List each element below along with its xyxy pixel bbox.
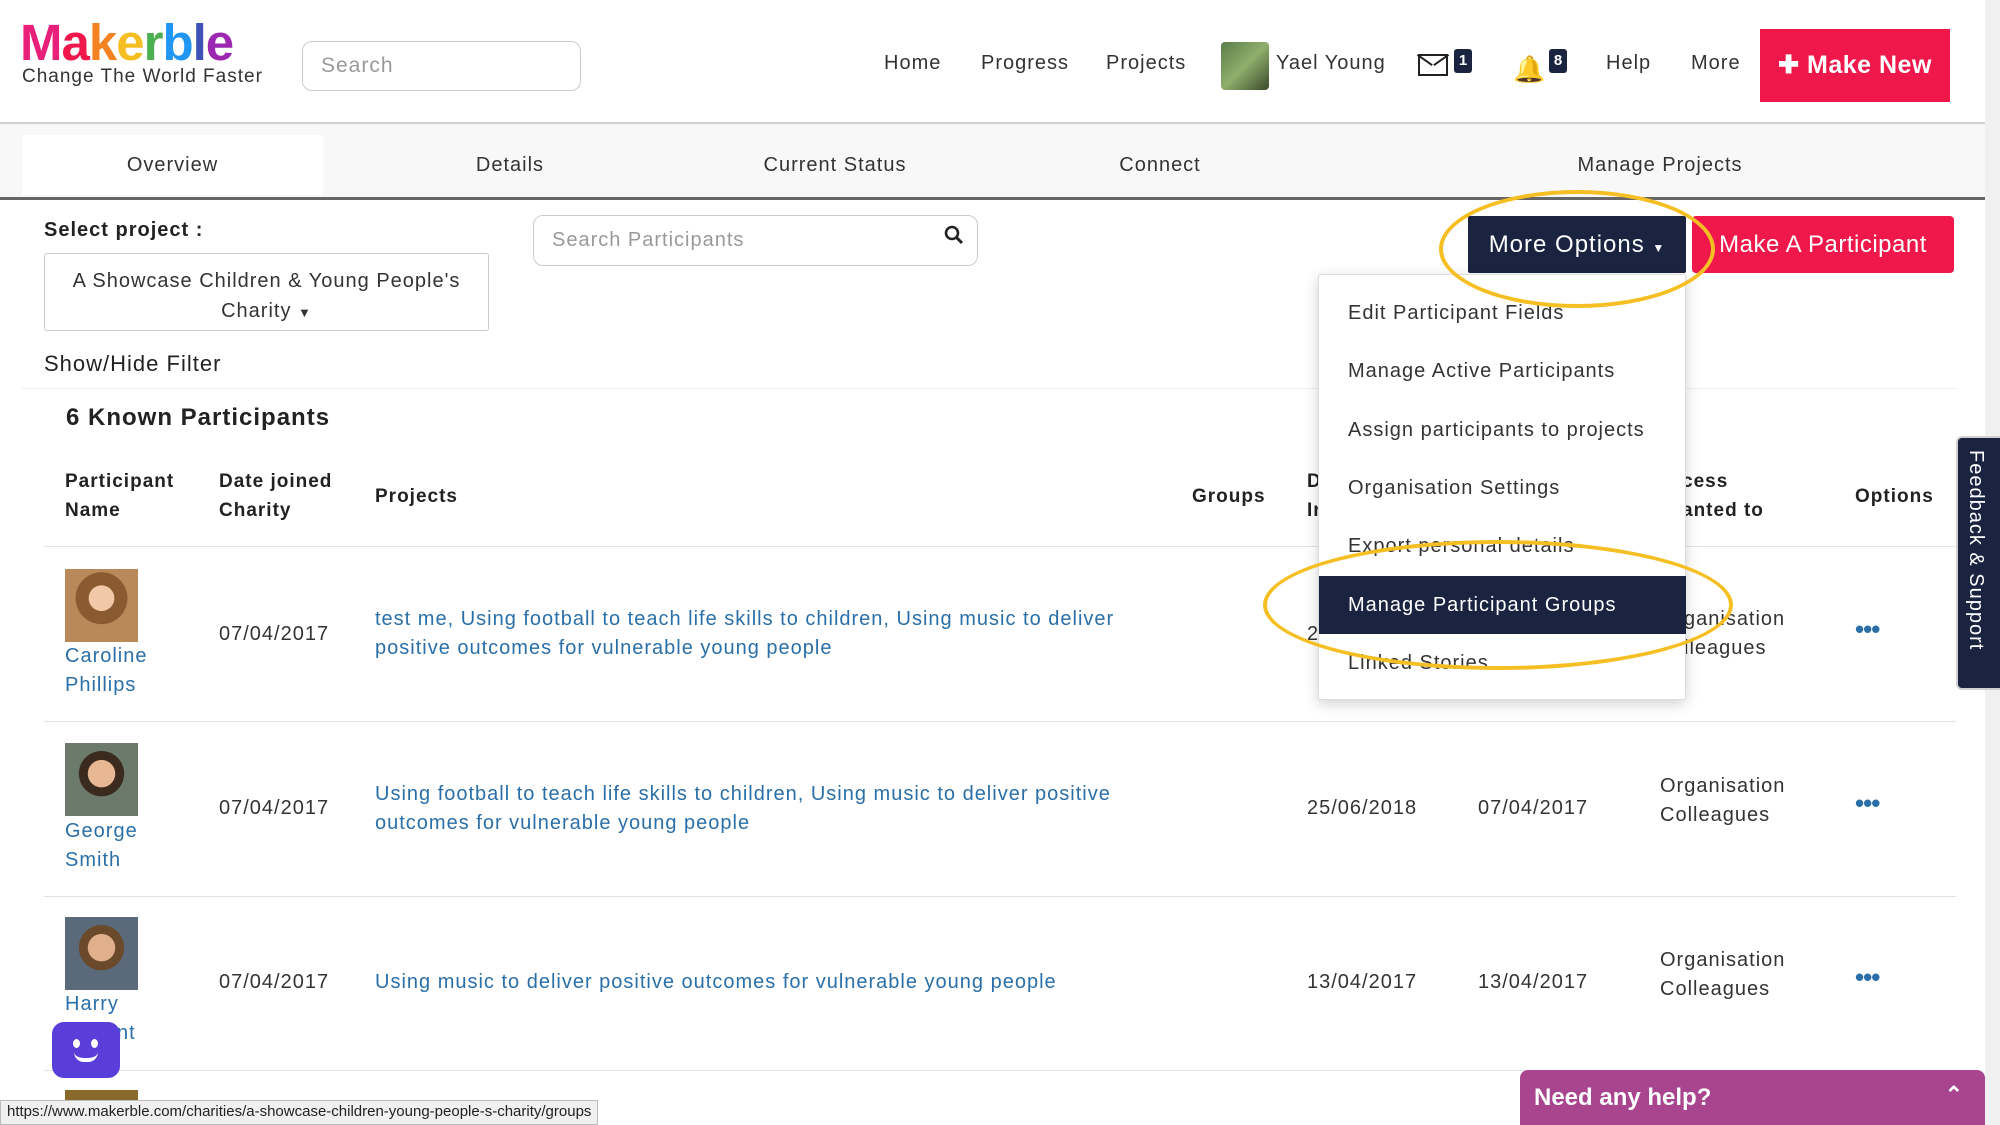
- tab-connect[interactable]: Connect: [1030, 135, 1290, 195]
- projects-links-cell[interactable]: Using music to deliver positive outcomes…: [375, 968, 1057, 997]
- date-joined-cell: 07/04/2017: [219, 971, 330, 993]
- need-help-bar[interactable]: Need any help? ⌃: [1520, 1070, 1985, 1125]
- header-access-granted[interactable]: cess anted to: [1682, 467, 1764, 525]
- row-options-icon[interactable]: •••: [1855, 962, 1880, 993]
- make-participant-button[interactable]: Make A Participant: [1692, 216, 1954, 273]
- menu-organisation-settings[interactable]: Organisation Settings: [1319, 459, 1685, 517]
- date-joined-cell: 07/04/2017: [219, 797, 330, 819]
- header-date-joined[interactable]: Date joined Charity: [219, 467, 332, 525]
- row-options-icon[interactable]: •••: [1855, 788, 1880, 819]
- tab-details[interactable]: Details: [380, 135, 640, 195]
- date-cell: 07/04/2017: [1478, 797, 1589, 819]
- select-project-label: Select project :: [44, 219, 204, 241]
- header-projects[interactable]: Projects: [375, 482, 458, 511]
- nav-progress[interactable]: Progress: [981, 52, 1069, 75]
- date-joined-cell: 07/04/2017: [219, 623, 330, 645]
- show-hide-filter-link[interactable]: Show/Hide Filter: [44, 351, 221, 377]
- row-options-icon[interactable]: •••: [1855, 614, 1880, 645]
- access-cell: Organisation Colleagues: [1660, 949, 1786, 1000]
- participant-name-link[interactable]: George Smith: [65, 817, 138, 875]
- nav-home[interactable]: Home: [884, 52, 941, 75]
- tab-overview[interactable]: Overview: [22, 135, 323, 195]
- row-divider: [44, 721, 1956, 722]
- highlight-circle-more-options: [1439, 190, 1715, 308]
- feedback-support-tab[interactable]: Feedback & Support: [1956, 436, 2000, 690]
- date-cell: 13/04/2017: [1478, 971, 1589, 993]
- tagline: Change The World Faster: [22, 66, 263, 87]
- user-name-link[interactable]: Yael Young: [1276, 52, 1386, 75]
- nav-more[interactable]: More: [1691, 52, 1741, 75]
- plus-icon: ✚: [1778, 51, 1807, 79]
- highlight-circle-manage-groups: [1263, 540, 1733, 670]
- menu-assign-participants[interactable]: Assign participants to projects: [1319, 401, 1685, 459]
- header-options: Options: [1855, 486, 1934, 507]
- nav-projects[interactable]: Projects: [1106, 52, 1186, 75]
- chat-bot-icon[interactable]: [52, 1022, 120, 1078]
- status-bar-url: https://www.makerble.com/charities/a-sho…: [0, 1100, 599, 1125]
- participants-count-heading: 6 Known Participants: [66, 404, 331, 431]
- search-icon[interactable]: [944, 225, 964, 245]
- caret-down-icon: ▼: [298, 305, 312, 320]
- participant-name-link[interactable]: Caroline Phillips: [65, 642, 147, 700]
- projects-links-cell[interactable]: test me, Using football to teach life sk…: [375, 605, 1114, 663]
- user-avatar[interactable]: [1221, 42, 1269, 90]
- search-participants-input[interactable]: Search Participants: [533, 215, 978, 266]
- header-groups[interactable]: Groups: [1192, 482, 1266, 511]
- access-cell: Organisation Colleagues: [1660, 775, 1786, 826]
- chevron-up-icon: ⌃: [1944, 1082, 1963, 1107]
- date-cell: 13/04/2017: [1307, 971, 1418, 993]
- global-search-input[interactable]: Search: [302, 41, 581, 91]
- row-divider: [44, 896, 1956, 897]
- nav-help[interactable]: Help: [1606, 52, 1651, 75]
- tab-current-status[interactable]: Current Status: [690, 135, 980, 195]
- bell-icon[interactable]: 🔔: [1513, 54, 1546, 85]
- participant-photo[interactable]: [65, 743, 138, 816]
- makerble-logo[interactable]: Makerble: [20, 16, 234, 70]
- date-cell: 25/06/2018: [1307, 797, 1418, 819]
- header-participant-name[interactable]: Participant Name: [65, 467, 174, 525]
- mail-count-badge: 1: [1454, 49, 1472, 73]
- project-select-dropdown[interactable]: A Showcase Children & Young People's Cha…: [44, 253, 489, 331]
- make-new-button[interactable]: ✚ Make New: [1760, 29, 1950, 102]
- tab-manage-projects[interactable]: Manage Projects: [1500, 135, 1820, 195]
- notification-count-badge: 8: [1549, 49, 1567, 73]
- projects-links-cell[interactable]: Using football to teach life skills to c…: [375, 780, 1111, 838]
- participant-photo[interactable]: [65, 917, 138, 990]
- participant-photo[interactable]: [65, 569, 138, 642]
- menu-manage-active-participants[interactable]: Manage Active Participants: [1319, 342, 1685, 400]
- mail-icon[interactable]: [1418, 54, 1448, 76]
